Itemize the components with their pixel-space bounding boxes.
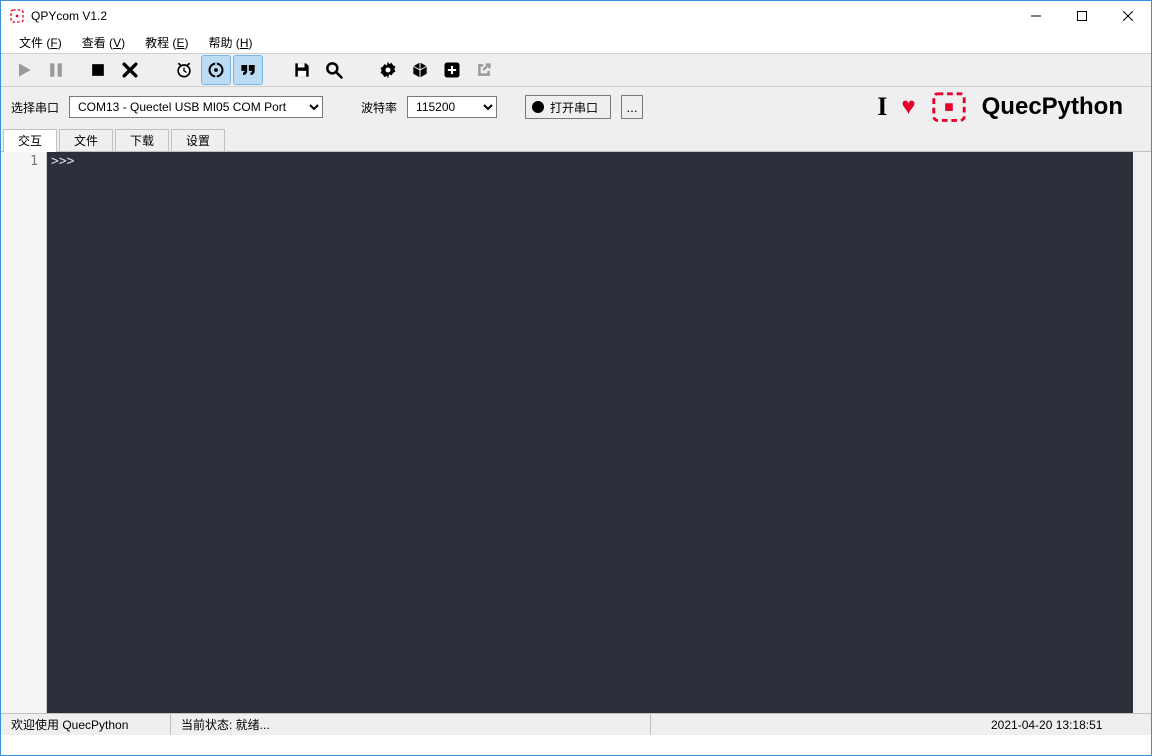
connection-row: 选择串口 COM13 - Quectel USB MI05 COM Port 波… [1,87,1151,127]
quecpython-logo-icon [930,90,968,124]
repl-editor[interactable]: >>> [47,152,1133,713]
editor-area: 1 >>> [1,151,1151,713]
maximize-button[interactable] [1059,1,1105,31]
save-button[interactable] [287,55,317,85]
status-state: 当前状态: 就绪... [171,714,651,735]
toolbar [1,53,1151,87]
baud-label: 波特率 [361,99,397,116]
titlebar: QPYcom V1.2 [1,1,1151,31]
settings-button[interactable] [373,55,403,85]
menu-tutorial[interactable]: 教程 (E) [135,32,198,53]
tabbar: 交互 文件 下载 设置 [1,127,1151,151]
tab-download[interactable]: 下载 [115,129,169,151]
vertical-scrollbar[interactable] [1133,152,1151,713]
baud-select[interactable]: 115200 [407,96,497,118]
menu-help[interactable]: 帮助 (H) [198,32,262,53]
external-link-button[interactable] [469,55,499,85]
tab-files[interactable]: 文件 [59,129,113,151]
i-text: I [877,92,887,122]
line-gutter: 1 [1,152,47,713]
cube-button[interactable] [405,55,435,85]
open-port-button[interactable]: 打开串口 [525,95,611,119]
port-select[interactable]: COM13 - Quectel USB MI05 COM Port [69,96,323,118]
app-icon [9,8,25,24]
status-timestamp: 2021-04-20 13:18:51 [981,718,1151,732]
status-spacer [651,714,981,735]
brand-area: I ♥ QuecPython [877,90,1141,124]
status-dot-icon [532,101,544,113]
close-window-button[interactable] [1105,1,1151,31]
clock-button[interactable] [169,55,199,85]
tab-interact[interactable]: 交互 [3,129,57,151]
statusbar: 欢迎使用 QuecPython 当前状态: 就绪... 2021-04-20 1… [1,713,1151,735]
menu-view[interactable]: 查看 (V) [72,32,135,53]
quecpython-text: QuecPython [982,93,1123,121]
window-title: QPYcom V1.2 [31,9,107,23]
quote-button[interactable] [233,55,263,85]
cancel-button[interactable] [115,55,145,85]
port-label: 选择串口 [11,99,59,116]
search-button[interactable] [319,55,349,85]
more-button[interactable]: ... [621,95,643,119]
globe-button[interactable] [201,55,231,85]
status-welcome: 欢迎使用 QuecPython [1,714,171,735]
heart-icon: ♥ [901,93,915,121]
menubar: 文件 (F) 查看 (V) 教程 (E) 帮助 (H) [1,31,1151,53]
minimize-button[interactable] [1013,1,1059,31]
pause-button[interactable] [41,55,71,85]
play-button[interactable] [9,55,39,85]
menu-file[interactable]: 文件 (F) [9,32,72,53]
plus-button[interactable] [437,55,467,85]
tab-settings[interactable]: 设置 [171,129,225,151]
stop-button[interactable] [83,55,113,85]
window-controls [1013,1,1151,31]
